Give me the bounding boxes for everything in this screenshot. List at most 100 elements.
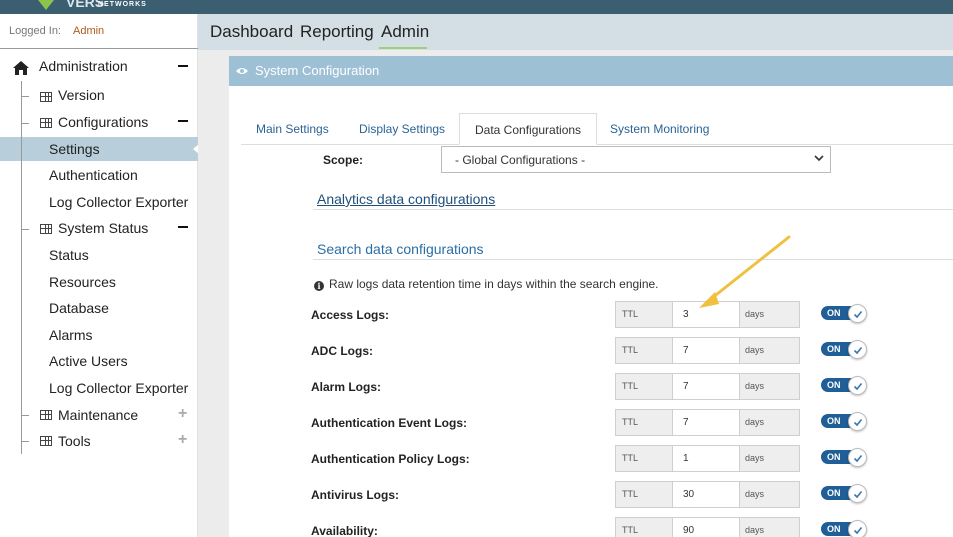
toggle-knob: [848, 340, 867, 359]
ttl-prefix: TTL: [622, 381, 639, 391]
retention-toggle[interactable]: ON: [821, 520, 868, 537]
info-icon: i: [314, 281, 324, 291]
annotation-arrow-icon: [699, 235, 791, 308]
check-icon: [853, 454, 863, 463]
active-nav-underline: [379, 47, 427, 49]
tree-tick: [22, 96, 29, 97]
ttl-prefix: TTL: [622, 345, 639, 355]
logged-in-info: Logged In: Admin: [0, 14, 198, 49]
brand-logo-icon: [38, 0, 54, 10]
check-icon: [853, 490, 863, 499]
divider: [313, 259, 953, 260]
retention-toggle[interactable]: ON: [821, 412, 868, 431]
home-icon: [13, 61, 29, 75]
expand-maintenance-icon[interactable]: +: [178, 406, 187, 422]
retention-row-label: Access Logs:: [311, 308, 390, 322]
sidebar-item-configurations[interactable]: Configurations: [58, 111, 148, 133]
logged-in-user[interactable]: Admin: [73, 25, 104, 37]
ttl-suffix: days: [745, 453, 765, 463]
tree-tick: [22, 415, 29, 416]
ttl-days-input[interactable]: 7: [672, 337, 740, 364]
sidebar-item-tools[interactable]: Tools: [58, 430, 91, 452]
ttl-days-input[interactable]: 7: [672, 373, 740, 400]
ttl-input-group: TTL 7 days: [615, 409, 800, 436]
tree-line: [21, 81, 22, 454]
ttl-prefix: TTL: [622, 453, 639, 463]
retention-toggle[interactable]: ON: [821, 304, 868, 323]
collapse-administration-icon[interactable]: [178, 65, 188, 67]
sidebar-item-maintenance[interactable]: Maintenance: [58, 404, 138, 426]
table-icon: [40, 436, 52, 446]
ttl-days-input[interactable]: 90: [672, 517, 740, 537]
tree-tick: [22, 229, 29, 230]
ttl-prefix: TTL: [622, 309, 639, 319]
tree-tick: [22, 123, 29, 124]
ttl-days-input[interactable]: 1: [672, 445, 740, 472]
toggle-knob: [848, 304, 867, 323]
sidebar-item-log-collector-exporter-status[interactable]: Log Collector Exporter: [49, 377, 188, 399]
ttl-input-group: TTL 90 days: [615, 517, 800, 537]
eye-icon: [236, 68, 248, 74]
ttl-suffix: days: [745, 525, 765, 535]
retention-toggle[interactable]: ON: [821, 340, 868, 359]
ttl-days-input[interactable]: 30: [672, 481, 740, 508]
ttl-suffix: days: [745, 345, 765, 355]
retention-toggle[interactable]: ON: [821, 484, 868, 503]
divider: [313, 209, 953, 210]
retention-row-label: Alarm Logs:: [311, 380, 382, 394]
sidebar-item-resources[interactable]: Resources: [49, 271, 116, 293]
collapse-system-status-icon[interactable]: [178, 226, 188, 228]
retention-row-label: Antivirus Logs:: [311, 488, 400, 502]
sidebar-item-version[interactable]: Version: [58, 84, 105, 106]
tab-display-settings[interactable]: Display Settings: [344, 113, 460, 145]
collapse-configurations-icon[interactable]: [178, 120, 188, 122]
check-icon: [853, 418, 863, 427]
tab-main-settings[interactable]: Main Settings: [241, 113, 344, 145]
scope-select[interactable]: - Global Configurations -: [441, 146, 831, 173]
table-icon: [40, 410, 52, 420]
retention-toggle[interactable]: ON: [821, 376, 868, 395]
sidebar-item-authentication[interactable]: Authentication: [49, 164, 138, 186]
ttl-days-input[interactable]: 7: [672, 409, 740, 436]
nav-admin[interactable]: Admin: [381, 22, 429, 46]
retention-info-text: Raw logs data retention time in days wit…: [329, 277, 659, 291]
ttl-input-group: TTL 1 days: [615, 445, 800, 472]
sidebar-item-administration[interactable]: Administration: [39, 55, 128, 77]
expand-tools-icon[interactable]: +: [178, 432, 187, 448]
toggle-knob: [848, 484, 867, 503]
tree-tick: [22, 441, 29, 442]
main-nav: Dashboard Reporting Admin: [198, 14, 953, 50]
nav-dashboard[interactable]: Dashboard: [210, 22, 293, 46]
check-icon: [853, 526, 863, 535]
retention-info: i Raw logs data retention time in days wi…: [314, 277, 659, 291]
sidebar-item-active-users[interactable]: Active Users: [49, 350, 128, 372]
sidebar-item-status[interactable]: Status: [49, 244, 89, 266]
table-icon: [40, 92, 52, 102]
check-icon: [853, 382, 863, 391]
scope-label: Scope:: [323, 153, 364, 167]
nav-reporting[interactable]: Reporting: [300, 22, 374, 46]
ttl-input-group: TTL 7 days: [615, 337, 800, 364]
brand-logo-subtext: NETWORKS: [98, 1, 147, 8]
sidebar-item-settings[interactable]: Settings: [49, 138, 100, 160]
toggle-knob: [848, 412, 867, 431]
tab-data-configurations[interactable]: Data Configurations: [459, 113, 598, 145]
sidebar-item-system-status[interactable]: System Status: [58, 217, 148, 239]
sidebar-item-alarms[interactable]: Alarms: [49, 324, 93, 346]
analytics-section-link[interactable]: Analytics data configurations: [317, 191, 495, 207]
ttl-prefix: TTL: [622, 489, 639, 499]
top-banner: VERS NETWORKS: [0, 0, 953, 14]
ttl-prefix: TTL: [622, 417, 639, 427]
retention-row-label: Authentication Policy Logs:: [311, 452, 470, 466]
ttl-suffix: days: [745, 489, 765, 499]
retention-row-label: ADC Logs:: [311, 344, 373, 358]
search-section-title[interactable]: Search data configurations: [317, 241, 484, 257]
retention-row-label: Availability:: [311, 524, 378, 537]
toggle-knob: [848, 448, 867, 467]
retention-toggle[interactable]: ON: [821, 448, 868, 467]
sidebar-item-database[interactable]: Database: [49, 297, 109, 319]
ttl-suffix: days: [745, 381, 765, 391]
sidebar-item-log-collector-exporter[interactable]: Log Collector Exporter: [49, 191, 188, 213]
retention-row-label: Authentication Event Logs:: [311, 416, 467, 430]
tab-system-monitoring[interactable]: System Monitoring: [595, 113, 724, 145]
